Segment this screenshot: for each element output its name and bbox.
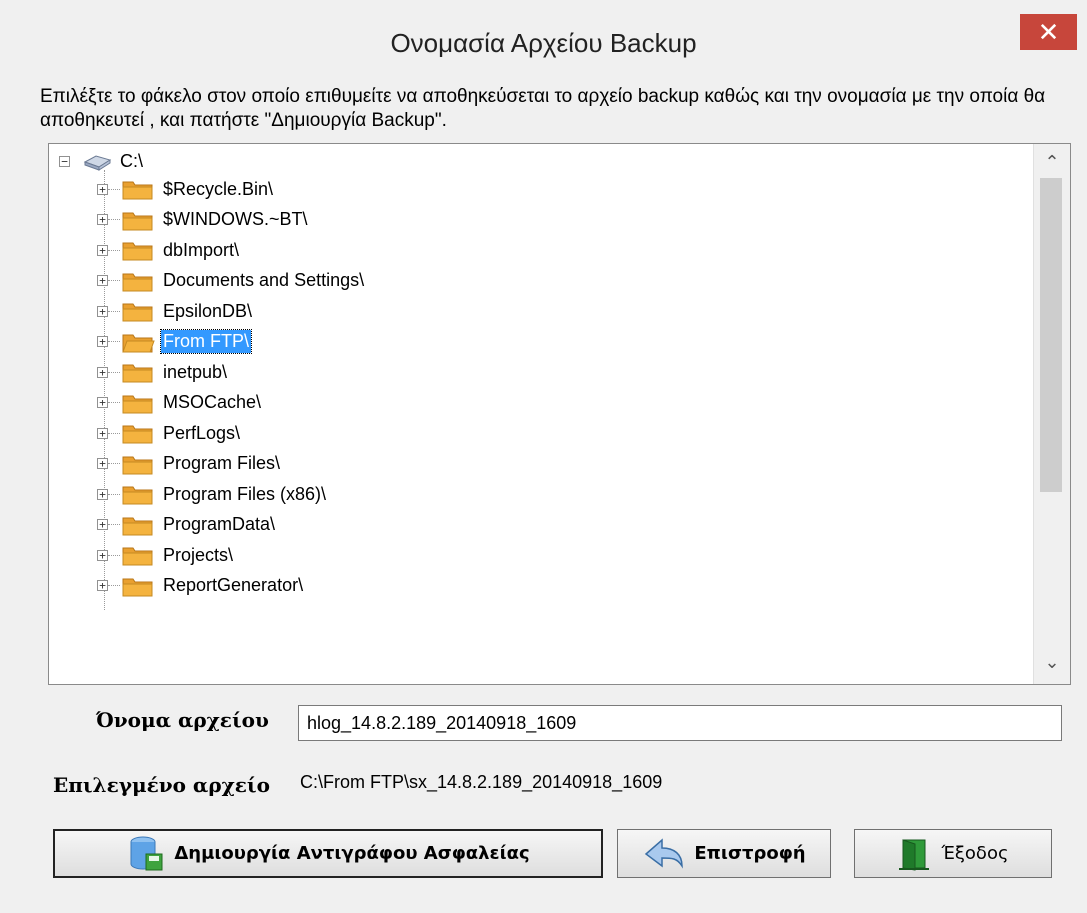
tree-item[interactable]: + Program Files (x86)\	[97, 479, 328, 509]
expand-icon[interactable]: +	[97, 397, 108, 408]
back-button[interactable]: Επιστροφή	[617, 829, 831, 878]
folder-icon	[122, 181, 153, 200]
folder-icon	[122, 212, 153, 230]
tree-item-label[interactable]: $Recycle.Bin\	[161, 178, 275, 201]
tree-connector	[108, 341, 120, 342]
folder-icon	[122, 303, 153, 322]
tree-item[interactable]: + PerfLogs\	[97, 418, 242, 448]
vertical-scrollbar[interactable]: ⌃ ⌄	[1033, 144, 1070, 684]
tree-item[interactable]: + From FTP\	[97, 327, 252, 357]
open-folder-icon	[122, 334, 155, 352]
expand-icon[interactable]: +	[97, 366, 108, 378]
tree-connector	[108, 249, 120, 251]
expand-icon[interactable]: +	[97, 488, 108, 500]
tree-item-label[interactable]: MSOCache\	[161, 391, 263, 414]
tree-item[interactable]: + ProgramData\	[97, 510, 277, 540]
tree-connector	[108, 554, 120, 556]
back-arrow-icon	[645, 837, 684, 869]
window-title: Ονομασία Αρχείου Backup	[390, 28, 697, 58]
expand-icon[interactable]: +	[97, 305, 108, 317]
tree-connector	[108, 524, 120, 525]
selected-file-label: Επιλεγμένο αρχείο	[53, 773, 270, 797]
tree-item-label[interactable]: Documents and Settings\	[161, 269, 366, 292]
create-backup-button[interactable]: Δημιουργία Αντιγράφου Ασφαλείας	[53, 829, 603, 878]
scroll-thumb[interactable]	[1040, 178, 1062, 492]
folder-icon	[122, 456, 153, 474]
tree-item[interactable]: + inetpub\	[97, 357, 229, 387]
instructions-text: Επιλέξτε το φάκελο στον οποίο επιθυμείτε…	[40, 86, 1046, 131]
tree-item-label[interactable]: EpsilonDB\	[161, 300, 254, 323]
database-icon	[130, 836, 163, 870]
expand-icon[interactable]: +	[97, 580, 108, 591]
folder-icon	[122, 547, 153, 566]
expand-icon[interactable]: +	[97, 519, 108, 530]
close-button[interactable]: ✕	[1020, 14, 1077, 50]
tree-item-label[interactable]: Projects\	[161, 544, 235, 567]
close-icon[interactable]: ✕	[1038, 17, 1060, 47]
tree-item[interactable]: + Documents and Settings\	[97, 266, 366, 296]
folder-icon	[122, 242, 153, 261]
title-bar: Ονομασία Αρχείου Backup ✕	[0, 0, 1087, 82]
back-label[interactable]: Επιστροφή	[694, 843, 805, 864]
tree-item[interactable]: + Program Files\	[97, 449, 282, 479]
exit-door-icon	[899, 838, 930, 871]
tree-item-label[interactable]: ProgramData\	[161, 513, 277, 536]
tree-root-label[interactable]: C:\	[120, 151, 143, 172]
expand-icon[interactable]: +	[97, 549, 108, 561]
filename-input[interactable]	[298, 705, 1062, 741]
tree-item[interactable]: + dbImport\	[97, 235, 241, 265]
drive-icon	[83, 155, 112, 171]
folder-icon	[122, 364, 153, 383]
expand-icon[interactable]: +	[97, 244, 108, 256]
tree-item[interactable]: + $WINDOWS.~BT\	[97, 205, 310, 235]
folder-icon	[122, 517, 153, 535]
tree-connector	[108, 493, 120, 495]
tree-connector	[108, 188, 120, 190]
tree-connector	[108, 310, 120, 312]
tree-connector	[108, 371, 120, 373]
tree-connector	[108, 585, 120, 586]
folder-icon	[122, 273, 153, 291]
tree-item-label[interactable]: ReportGenerator\	[161, 574, 305, 597]
tree-item-label[interactable]: Program Files (x86)\	[161, 483, 328, 506]
selected-file-value: C:\From FTP\sx_14.8.2.189_20140918_1609	[300, 772, 663, 792]
folder-icon	[122, 395, 153, 413]
folder-icon	[122, 578, 153, 596]
tree-item[interactable]: + Projects\	[97, 540, 235, 570]
exit-button[interactable]: Έξοδος	[854, 829, 1052, 878]
backup-filename-dialog: Ονομασία Αρχείου Backup ✕ Επιλέξτε το φά…	[0, 0, 1087, 913]
expand-icon[interactable]: +	[97, 458, 108, 469]
scroll-down-icon[interactable]: ⌄	[1034, 646, 1070, 678]
collapse-icon[interactable]: −	[59, 155, 70, 167]
tree-item[interactable]: + $Recycle.Bin\	[97, 174, 275, 204]
folder-tree[interactable]: − C:\ + $Recycle.Bin\ + $WINDOWS.~BT\ + dbImp…	[48, 143, 1071, 685]
folder-icon	[122, 486, 153, 505]
tree-item-label[interactable]: From FTP\	[160, 329, 252, 354]
folder-icon	[122, 425, 153, 444]
tree-item[interactable]: + MSOCache\	[97, 388, 263, 418]
tree-connector	[108, 219, 120, 220]
tree-item-label[interactable]: $WINDOWS.~BT\	[161, 208, 310, 231]
tree-item-label[interactable]: PerfLogs\	[161, 422, 242, 445]
scroll-up-icon[interactable]: ⌃	[1034, 146, 1070, 178]
exit-label[interactable]: Έξοδος	[941, 843, 1008, 864]
tree-item[interactable]: + ReportGenerator\	[97, 571, 305, 601]
tree-item-label[interactable]: Program Files\	[161, 452, 282, 475]
create-backup-label[interactable]: Δημιουργία Αντιγράφου Ασφαλείας	[174, 843, 529, 864]
filename-label: Όνομα αρχείου	[96, 708, 269, 732]
tree-connector	[108, 280, 120, 281]
tree-connector	[108, 432, 120, 434]
expand-icon[interactable]: +	[97, 336, 108, 347]
expand-icon[interactable]: +	[97, 214, 108, 225]
tree-root-drive[interactable]: − C:\	[59, 148, 143, 174]
tree-connector	[108, 402, 120, 403]
expand-icon[interactable]: +	[97, 183, 108, 195]
tree-item-label[interactable]: inetpub\	[161, 361, 229, 384]
expand-icon[interactable]: +	[97, 275, 108, 286]
expand-icon[interactable]: +	[97, 427, 108, 439]
tree-item[interactable]: + EpsilonDB\	[97, 296, 254, 326]
tree-connector	[108, 463, 120, 464]
tree-item-label[interactable]: dbImport\	[161, 239, 241, 262]
